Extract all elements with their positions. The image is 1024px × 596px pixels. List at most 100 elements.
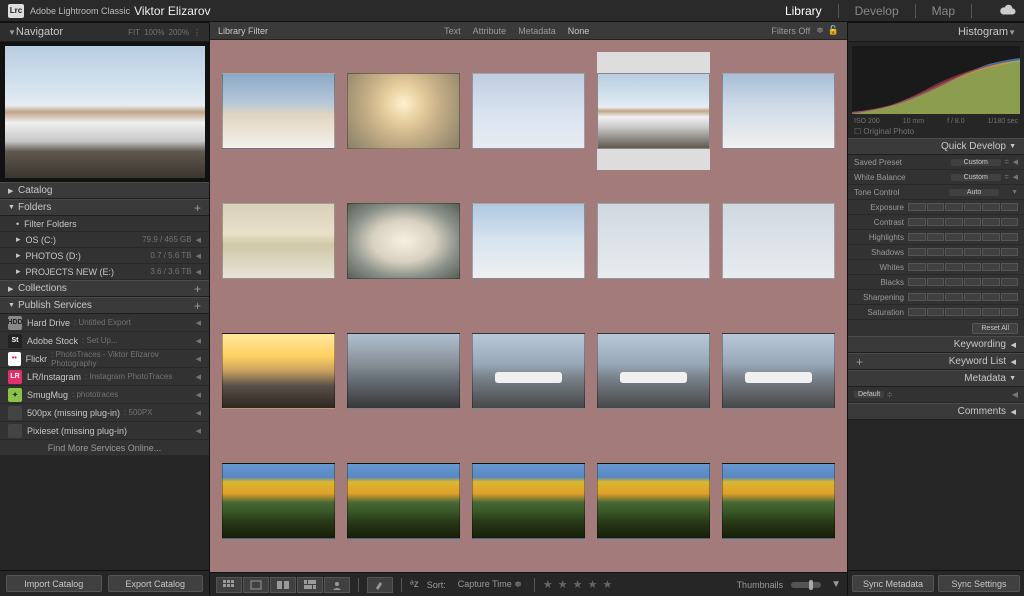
rating-stars[interactable]: ★ ★ ★ ★ ★ (543, 578, 614, 591)
cloud-sync-icon[interactable] (1000, 4, 1016, 18)
comments-section[interactable]: Comments ◀ (848, 403, 1024, 420)
add-collection-icon[interactable]: + (194, 282, 201, 296)
collections-section[interactable]: ▶ Collections + (0, 280, 209, 297)
filter-none[interactable]: None (568, 26, 590, 36)
publish-service-item[interactable]: ••Flickr : PhotoTraces - Viktor Elizarov… (0, 350, 209, 368)
filter-text[interactable]: Text (444, 26, 461, 36)
loupe-view-button[interactable] (243, 577, 269, 593)
lock-icon[interactable]: 🔓 (828, 25, 839, 36)
thumbnail-cell[interactable] (347, 442, 460, 560)
thumbnail-cell[interactable] (222, 52, 335, 170)
filter-preset-menu-icon[interactable]: ≑ (816, 25, 824, 36)
thumbnail-cell[interactable] (222, 182, 335, 300)
thumbnails-dropdown[interactable]: Thumbnails (733, 579, 788, 591)
keyword-list-section[interactable]: + Keyword List ◀ (848, 353, 1024, 370)
metadata-section[interactable]: Metadata ▼ (848, 370, 1024, 387)
survey-view-button[interactable] (297, 577, 323, 593)
sort-direction-icon[interactable]: ᵃz (410, 579, 419, 590)
sync-settings-button[interactable]: Sync Settings (938, 575, 1020, 592)
slider-buttons[interactable] (908, 218, 1018, 226)
thumbnail-cell[interactable] (722, 442, 835, 560)
nav-menu-icon[interactable]: ⋮ (193, 28, 201, 37)
add-keyword-icon[interactable]: + (856, 355, 863, 369)
filter-metadata[interactable]: Metadata (518, 26, 556, 36)
thumbnail-cell[interactable] (597, 52, 710, 170)
module-library[interactable]: Library (785, 4, 822, 18)
nav-fit[interactable]: FIT (128, 28, 140, 37)
navigator-preview[interactable] (0, 42, 209, 182)
dropdown-icon[interactable]: ≑ (1004, 158, 1010, 166)
toolbar-menu-icon[interactable]: ▼ (831, 579, 841, 590)
histogram-display[interactable] (852, 46, 1020, 114)
slider-buttons[interactable] (908, 203, 1018, 211)
publish-service-item[interactable]: LRLR/Instagram : Instagram PhotoTraces◀ (0, 368, 209, 386)
publish-service-item[interactable]: StAdobe Stock : Set Up...◀ (0, 332, 209, 350)
dropdown-icon[interactable]: ≑ (886, 390, 893, 399)
thumbnail-cell[interactable] (472, 312, 585, 430)
publish-service-item[interactable]: Pixieset (missing plug-in)◀ (0, 422, 209, 440)
filters-off[interactable]: Filters Off (771, 26, 810, 36)
metadata-preset-dropdown[interactable]: Default (854, 391, 884, 398)
thumbnail-cell[interactable] (472, 442, 585, 560)
sync-metadata-button[interactable]: Sync Metadata (852, 575, 934, 592)
thumbnail-cell[interactable] (597, 182, 710, 300)
drive-item[interactable]: ▸PHOTOS (D:)0.7 / 5.6 TB◀ (0, 248, 209, 264)
filter-attribute[interactable]: Attribute (473, 26, 507, 36)
find-more-services-link[interactable]: Find More Services Online... (0, 440, 209, 456)
slider-buttons[interactable] (908, 293, 1018, 301)
module-develop[interactable]: Develop (855, 4, 899, 18)
nav-200[interactable]: 200% (169, 28, 189, 37)
navigator-panel-header[interactable]: ▼ Navigator FIT 100% 200% ⋮ (0, 22, 209, 42)
slider-buttons[interactable] (908, 233, 1018, 241)
keywording-section[interactable]: Keywording ◀ (848, 336, 1024, 353)
thumbnail-cell[interactable] (347, 312, 460, 430)
drive-item[interactable]: ▸PROJECTS NEW (E:)3.6 / 3.6 TB◀ (0, 264, 209, 280)
import-catalog-button[interactable]: Import Catalog (6, 575, 102, 592)
people-view-button[interactable] (324, 577, 350, 593)
slider-buttons[interactable] (908, 308, 1018, 316)
collapse-icon[interactable]: ◀ (1013, 173, 1018, 181)
dropdown-icon[interactable]: ≑ (1004, 173, 1010, 181)
module-map[interactable]: Map (932, 4, 955, 18)
thumbnail-cell[interactable] (347, 182, 460, 300)
publish-service-item[interactable]: HDDHard Drive : Untitled Export◀ (0, 314, 209, 332)
thumbnail-cell[interactable] (722, 52, 835, 170)
publish-service-item[interactable]: ✦SmugMug : phototraces◀ (0, 386, 209, 404)
folders-section[interactable]: ▼ Folders + (0, 199, 209, 216)
thumbnail-size-slider[interactable] (791, 582, 821, 588)
add-folder-icon[interactable]: + (194, 201, 201, 215)
thumbnail-grid[interactable] (210, 40, 847, 572)
collapse-icon[interactable]: ◀ (1012, 390, 1018, 399)
slider-buttons[interactable] (908, 248, 1018, 256)
drive-item[interactable]: ▸OS (C:)79.9 / 465 GB◀ (0, 232, 209, 248)
export-catalog-button[interactable]: Export Catalog (108, 575, 204, 592)
thumbnail-cell[interactable] (222, 442, 335, 560)
saved-preset-dropdown[interactable]: Custom (951, 159, 1001, 166)
filter-folders[interactable]: • Filter Folders (0, 216, 209, 232)
thumbnail-cell[interactable] (597, 312, 710, 430)
sort-dropdown[interactable]: Capture Time ≑ (454, 578, 526, 591)
slider-buttons[interactable] (908, 278, 1018, 286)
thumbnail-cell[interactable] (472, 52, 585, 170)
white-balance-dropdown[interactable]: Custom (951, 174, 1001, 181)
reset-all-button[interactable]: Reset All (972, 323, 1018, 334)
publish-service-item[interactable]: 500px (missing plug-in) : 500PX◀ (0, 404, 209, 422)
thumbnail-cell[interactable] (347, 52, 460, 170)
publish-services-section[interactable]: ▼ Publish Services + (0, 297, 209, 314)
histogram-panel-header[interactable]: Histogram ▼ (848, 22, 1024, 42)
catalog-section[interactable]: ▶ Catalog (0, 182, 209, 199)
thumbnail-cell[interactable] (722, 312, 835, 430)
grid-view-button[interactable] (216, 577, 242, 593)
thumbnail-cell[interactable] (597, 442, 710, 560)
compare-view-button[interactable] (270, 577, 296, 593)
add-publish-icon[interactable]: + (194, 299, 201, 313)
auto-tone-button[interactable]: Auto (949, 189, 999, 196)
collapse-icon[interactable]: ◀ (1013, 158, 1018, 166)
expand-icon[interactable]: ▼ (1011, 189, 1018, 196)
slider-buttons[interactable] (908, 263, 1018, 271)
original-photo-checkbox[interactable]: ☐ Original Photo (848, 125, 1024, 138)
nav-100[interactable]: 100% (144, 28, 164, 37)
thumbnail-cell[interactable] (472, 182, 585, 300)
painter-tool-button[interactable] (367, 577, 393, 593)
thumbnail-cell[interactable] (722, 182, 835, 300)
